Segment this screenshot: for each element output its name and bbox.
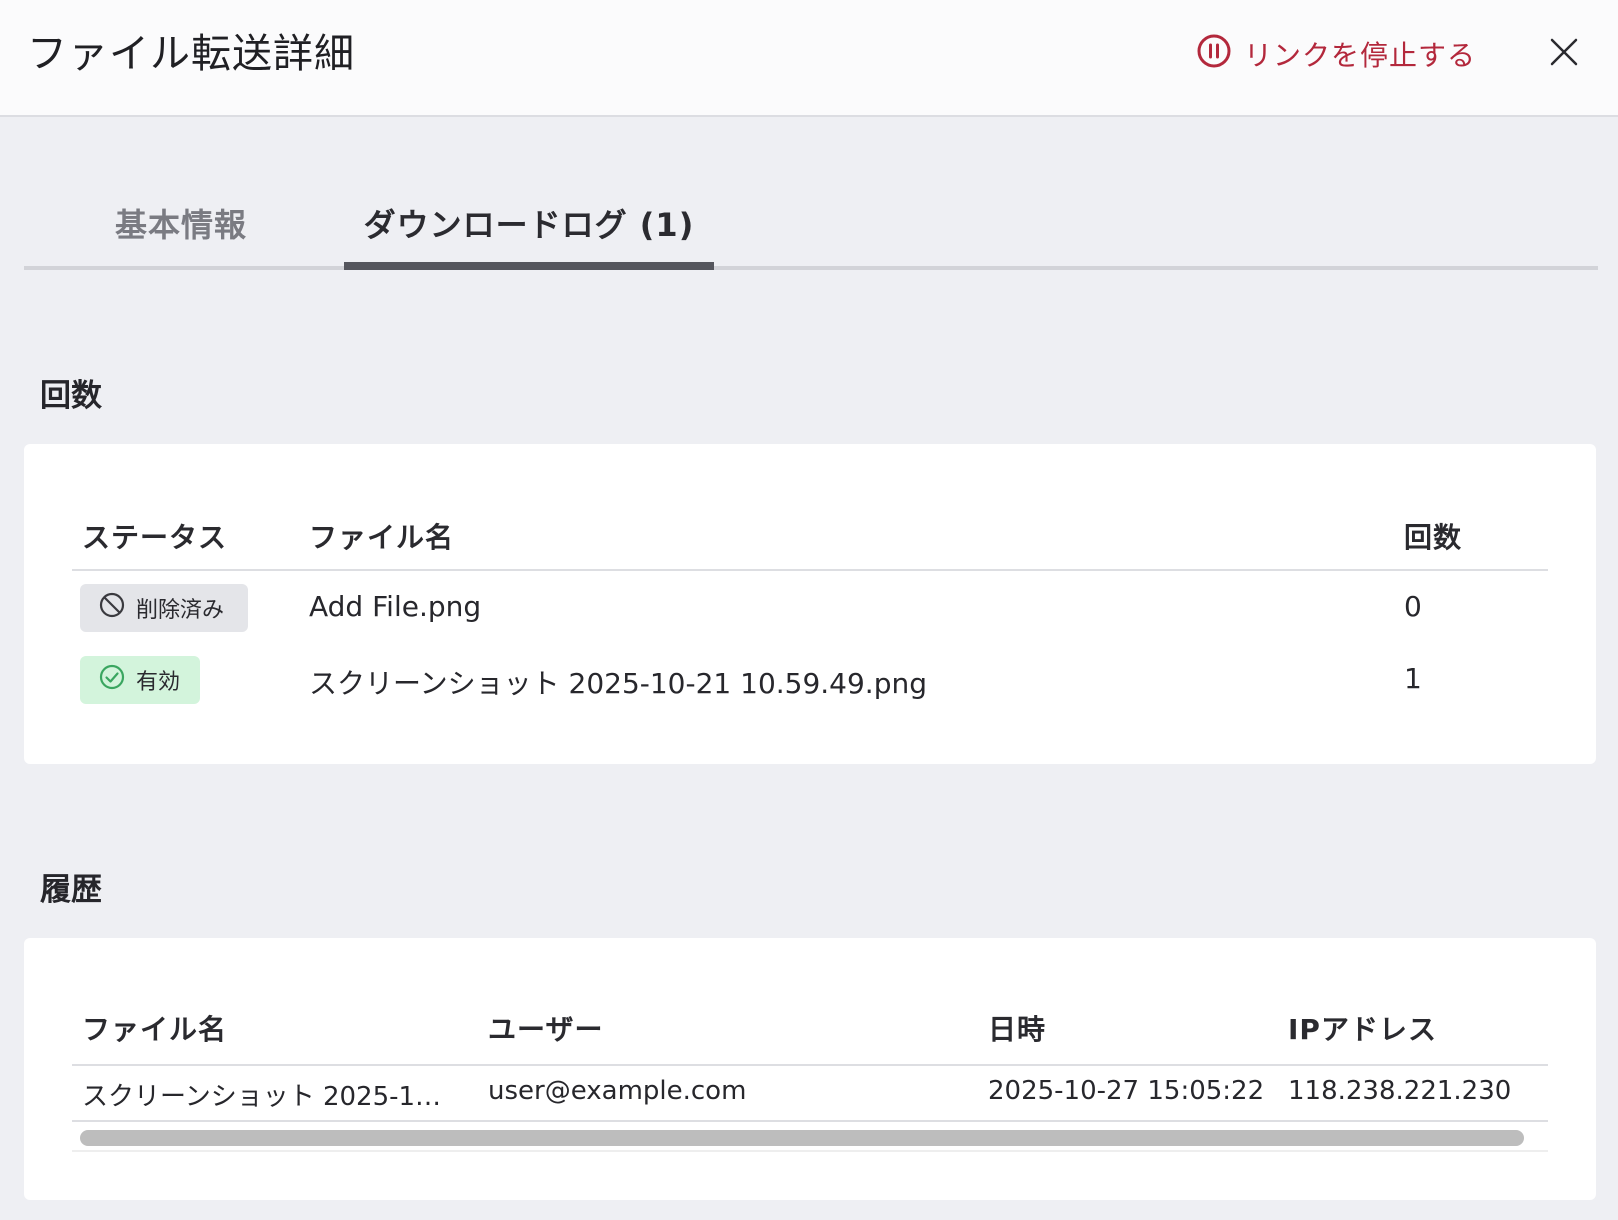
tab-bar: 基本情報 ダウンロードログ (1) — [24, 178, 1598, 270]
pause-circle-icon — [1196, 33, 1232, 76]
status-badge-active: 有効 — [80, 656, 200, 704]
column-header-ip-address: IPアドレス — [1288, 1013, 1437, 1046]
history-ip-cell: 118.238.221.230 — [1288, 1076, 1512, 1106]
column-header-file-name: ファイル名 — [82, 1013, 228, 1046]
history-user-cell: user@example.com — [488, 1076, 747, 1106]
column-header-count: 回数 — [1404, 521, 1463, 554]
active-tab-indicator — [344, 262, 714, 270]
tab-download-log[interactable]: ダウンロードログ (1) — [344, 200, 714, 266]
header-divider — [72, 1064, 1548, 1066]
horizontal-scrollbar[interactable] — [72, 1122, 1548, 1152]
history-file-name-cell: スクリーンショット 2025-1… — [82, 1082, 442, 1112]
status-label: 削除済み — [136, 598, 225, 623]
scrollbar-thumb[interactable] — [80, 1130, 1524, 1146]
status-label: 有効 — [136, 670, 181, 695]
count-table-card: ステータス ファイル名 回数 削除済み Add File.png 0 有効 スク… — [24, 444, 1596, 764]
column-header-datetime: 日時 — [988, 1013, 1047, 1046]
status-badge-deleted: 削除済み — [80, 584, 248, 632]
file-name-cell: Add File.png — [309, 590, 482, 623]
column-header-user: ユーザー — [488, 1013, 604, 1046]
header-divider — [72, 569, 1548, 571]
check-circle-icon — [98, 663, 126, 697]
count-cell: 1 — [1404, 662, 1422, 695]
dialog-header: ファイル転送詳細 リンクを停止する — [0, 0, 1618, 117]
close-icon — [1549, 37, 1579, 71]
history-table-card: ファイル名 ユーザー 日時 IPアドレス スクリーンショット 2025-1… u… — [24, 938, 1596, 1200]
count-cell: 0 — [1404, 590, 1422, 623]
close-button[interactable] — [1544, 34, 1584, 74]
stop-link-button[interactable]: リンクを停止する — [1196, 32, 1476, 76]
stop-link-label: リンクを停止する — [1244, 39, 1477, 72]
history-section-heading: 履歴 — [40, 872, 102, 908]
history-datetime-cell: 2025-10-27 15:05:22 — [988, 1076, 1265, 1106]
prohibited-icon — [98, 591, 126, 625]
tab-basic-info[interactable]: 基本情報 — [106, 200, 256, 266]
column-header-status: ステータス — [82, 521, 228, 554]
column-header-file-name: ファイル名 — [309, 521, 455, 554]
file-name-cell: スクリーンショット 2025-10-21 10.59.49.png — [309, 667, 928, 700]
dialog-title: ファイル転送詳細 — [27, 31, 355, 77]
count-section-heading: 回数 — [40, 378, 102, 414]
